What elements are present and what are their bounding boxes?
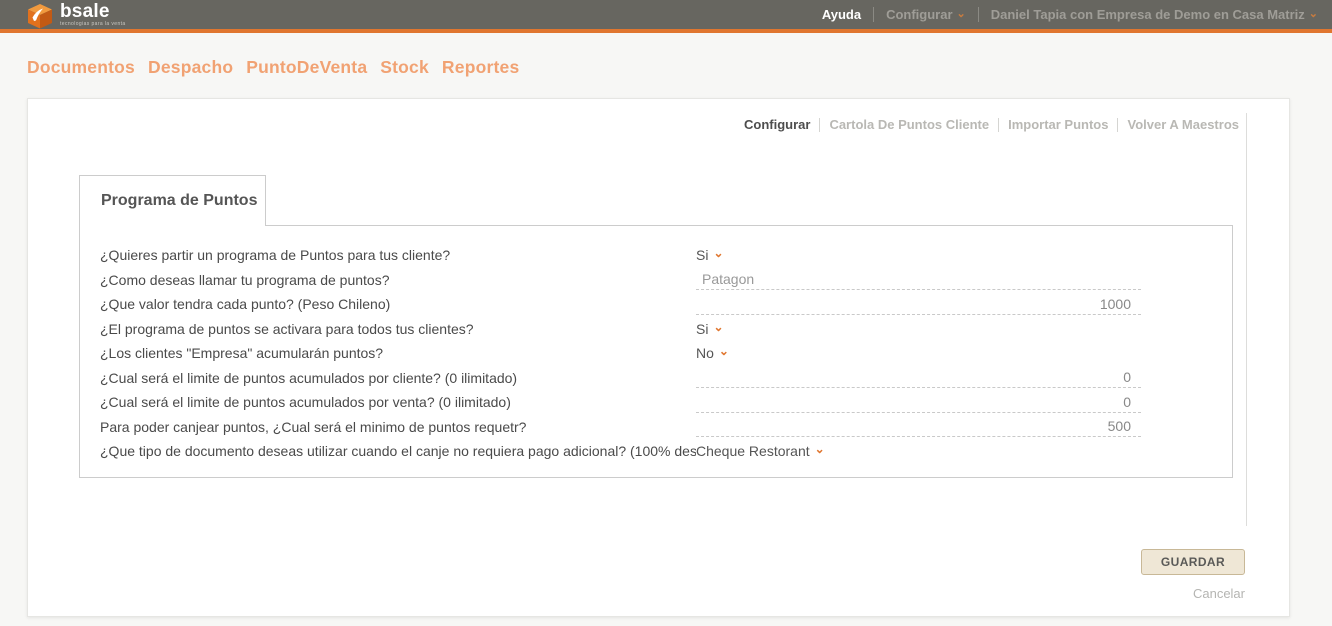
field-label: ¿Que valor tendra cada punto? (Peso Chil…	[100, 296, 696, 312]
subnav-item-volver-a-maestros[interactable]: Volver A Maestros	[1127, 117, 1239, 132]
form-row: ¿Cual será el limite de puntos acumulado…	[80, 366, 1232, 391]
field-value: Si ⌄	[696, 321, 1141, 337]
header-separator	[978, 7, 979, 22]
field-label: ¿Como deseas llamar tu programa de punto…	[100, 272, 696, 288]
subnav-item-importar-puntos[interactable]: Importar Puntos	[1008, 117, 1108, 132]
brand-name: bsale	[60, 2, 126, 21]
select-el-programa-de-puntos-se-activara-para-t[interactable]: Si	[696, 321, 708, 337]
vertical-divider	[1246, 113, 1247, 526]
field-value: 1000	[696, 294, 1141, 315]
subnav-separator	[1117, 118, 1118, 132]
text-input-como-deseas-llamar-tu-programa-de-puntos[interactable]: Patagon	[696, 269, 1141, 290]
bsale-logo[interactable]: bsale tecnologias para la venta	[27, 1, 126, 29]
nav-item-reportes[interactable]: Reportes	[442, 57, 519, 78]
form-row: ¿Que valor tendra cada punto? (Peso Chil…	[80, 292, 1232, 317]
subnav-item-configurar[interactable]: Configurar	[744, 117, 810, 132]
field-value: Si ⌄	[696, 247, 1141, 263]
chevron-down-icon[interactable]: ⌄	[713, 246, 723, 260]
tab-title: Programa de Puntos	[101, 192, 257, 210]
field-value: Patagon	[696, 269, 1141, 290]
select-que-tipo-de-documento-deseas-utilizar-cu[interactable]: Cheque Restorant	[696, 443, 810, 459]
form-row: Para poder canjear puntos, ¿Cual será el…	[80, 415, 1232, 440]
subnav-separator	[819, 118, 820, 132]
select-los-clientes-empresa-acumular-n-puntos[interactable]: No	[696, 345, 714, 361]
points-program-form: ¿Quieres partir un programa de Puntos pa…	[79, 225, 1233, 478]
field-label: ¿Los clientes "Empresa" acumularán punto…	[100, 345, 696, 361]
subnav-item-cartola-de-puntos-cliente[interactable]: Cartola De Puntos Cliente	[829, 117, 989, 132]
field-label: ¿El programa de puntos se activara para …	[100, 321, 696, 337]
form-rows: ¿Quieres partir un programa de Puntos pa…	[80, 243, 1232, 464]
subnav: Configurar Cartola De Puntos Cliente Impor…	[744, 117, 1239, 132]
field-label: ¿Quieres partir un programa de Puntos pa…	[100, 247, 696, 263]
form-row: ¿Los clientes "Empresa" acumularán punto…	[80, 341, 1232, 366]
chevron-down-icon[interactable]: ⌄	[713, 320, 723, 334]
nav-item-documentos[interactable]: Documentos	[27, 57, 135, 78]
nav-item-despacho[interactable]: Despacho	[148, 57, 233, 78]
field-value: 0	[696, 392, 1141, 413]
field-value: 0	[696, 367, 1141, 388]
field-label: ¿Cual será el limite de puntos acumulado…	[100, 370, 696, 386]
save-button[interactable]: GUARDAR	[1141, 549, 1245, 575]
field-value: 500	[696, 416, 1141, 437]
field-value: No ⌄	[696, 345, 1141, 361]
chevron-down-icon[interactable]: ⌄	[957, 7, 966, 20]
form-row: ¿Quieres partir un programa de Puntos pa…	[80, 243, 1232, 268]
form-row: ¿Como deseas llamar tu programa de punto…	[80, 268, 1232, 293]
content-panel: Configurar Cartola De Puntos Cliente Impor…	[27, 98, 1290, 617]
brand-tagline: tecnologias para la venta	[60, 22, 126, 27]
tab-programa-de-puntos[interactable]: Programa de Puntos	[79, 175, 266, 226]
main-nav: Documentos Despacho PuntoDeVenta Stock Repor…	[27, 57, 519, 78]
nav-item-puntodeventa[interactable]: PuntoDeVenta	[246, 57, 367, 78]
field-value: Cheque Restorant ⌄	[696, 443, 1141, 459]
number-input-para-poder-canjear-puntos-cual-ser-el-mi[interactable]: 500	[696, 416, 1141, 437]
nav-item-stock[interactable]: Stock	[380, 57, 429, 78]
cancel-link[interactable]: Cancelar	[1193, 586, 1245, 601]
subnav-separator	[998, 118, 999, 132]
field-label: Para poder canjear puntos, ¿Cual será el…	[100, 419, 696, 435]
bsale-logo-icon	[27, 3, 53, 29]
help-link[interactable]: Ayuda	[822, 7, 861, 22]
top-header-bar: bsale tecnologias para la venta Ayuda Co…	[0, 0, 1332, 29]
chevron-down-icon[interactable]: ⌄	[815, 442, 825, 456]
form-row: ¿Cual será el limite de puntos acumulado…	[80, 390, 1232, 415]
field-label: ¿Cual será el limite de puntos acumulado…	[100, 394, 696, 410]
number-input-cual-ser-el-limite-de-puntos-acumulados-[interactable]: 0	[696, 367, 1141, 388]
header-separator	[873, 7, 874, 22]
configure-menu[interactable]: Configurar	[886, 7, 952, 22]
chevron-down-icon[interactable]: ⌄	[719, 344, 729, 358]
number-input-que-valor-tendra-cada-punto-peso-chileno[interactable]: 1000	[696, 294, 1141, 315]
chevron-down-icon[interactable]: ⌄	[1309, 7, 1318, 20]
form-row: ¿El programa de puntos se activara para …	[80, 317, 1232, 342]
form-row: ¿Que tipo de documento deseas utilizar c…	[80, 439, 1232, 464]
orange-accent-bar	[0, 29, 1332, 33]
user-account-menu[interactable]: Daniel Tapia con Empresa de Demo en Casa…	[991, 7, 1305, 22]
number-input-cual-ser-el-limite-de-puntos-acumulados-[interactable]: 0	[696, 392, 1141, 413]
field-label: ¿Que tipo de documento deseas utilizar c…	[100, 443, 696, 459]
select-quieres-partir-un-programa-de-puntos-par[interactable]: Si	[696, 247, 708, 263]
